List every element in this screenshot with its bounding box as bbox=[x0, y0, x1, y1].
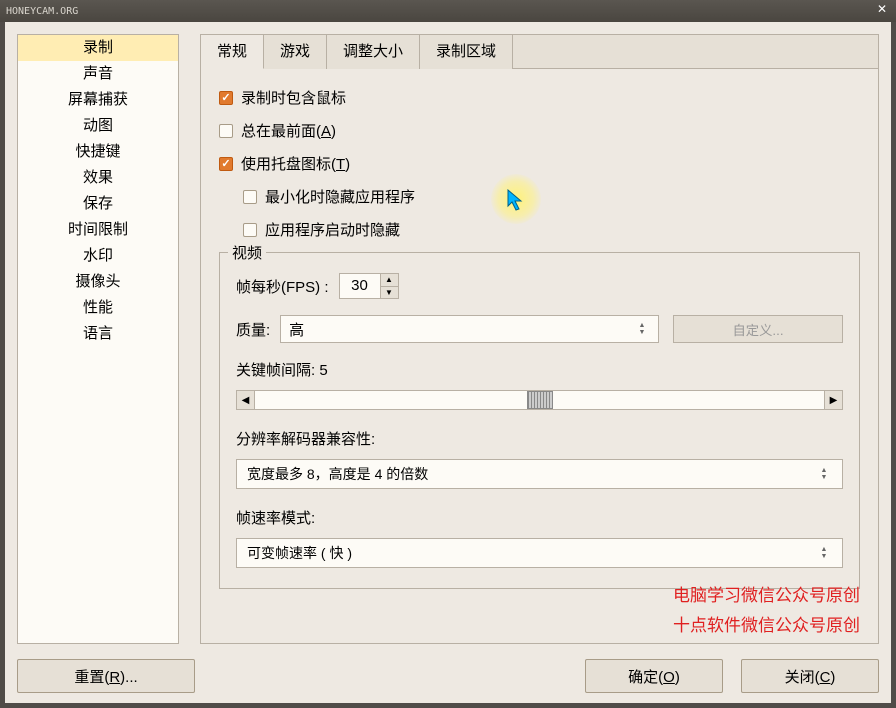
main-panel: 常规 游戏 调整大小 录制区域 录制时包含鼠标 总在最前面(A) 使用托盘图标(… bbox=[200, 34, 879, 644]
annotation-line1: 电脑学习微信公众号原创 bbox=[673, 581, 860, 611]
row-hide-on-min: 最小化时隐藏应用程序 bbox=[243, 186, 860, 207]
annotation-line2: 十点软件微信公众号原创 bbox=[673, 611, 860, 641]
label-include-cursor: 录制时包含鼠标 bbox=[241, 87, 346, 108]
chevron-updown-icon: ▲▼ bbox=[634, 323, 650, 336]
sidebar-item-camera[interactable]: 摄像头 bbox=[18, 269, 178, 295]
fpsmode-select[interactable]: 可变帧速率 ( 快 ) ▲▼ bbox=[236, 538, 843, 568]
sidebar-item-language[interactable]: 语言 bbox=[18, 321, 178, 347]
checkbox-use-tray[interactable] bbox=[219, 157, 233, 171]
checkbox-hide-on-start[interactable] bbox=[243, 223, 257, 237]
fps-spin-buttons: ▲ ▼ bbox=[380, 274, 398, 298]
keyframe-slider[interactable]: ◀ ▶ bbox=[236, 390, 843, 410]
quality-value: 高 bbox=[289, 319, 634, 340]
fps-spinner[interactable]: 30 ▲ ▼ bbox=[339, 273, 399, 299]
decoder-value: 宽度最多 8，高度是 4 的倍数 bbox=[247, 464, 816, 484]
fps-up-icon[interactable]: ▲ bbox=[381, 274, 398, 287]
reset-button[interactable]: 重置(R)... bbox=[17, 659, 195, 693]
row-fps: 帧每秒(FPS) : 30 ▲ ▼ bbox=[236, 273, 843, 299]
keyframe-label: 关键帧间隔: 5 bbox=[236, 359, 843, 380]
tab-general[interactable]: 常规 bbox=[201, 35, 264, 69]
ok-button[interactable]: 确定(O) bbox=[585, 659, 723, 693]
label-use-tray: 使用托盘图标(T) bbox=[241, 153, 350, 174]
quality-select[interactable]: 高 ▲▼ bbox=[280, 315, 659, 343]
custom-button[interactable]: 自定义... bbox=[673, 315, 843, 343]
chevron-updown-icon: ▲▼ bbox=[816, 547, 832, 560]
label-hide-on-min: 最小化时隐藏应用程序 bbox=[265, 186, 415, 207]
settings-window: HONEYCAM.ORG ✕ 录制 声音 屏幕捕获 动图 快捷键 效果 保存 时… bbox=[0, 0, 896, 708]
decoder-select[interactable]: 宽度最多 8，高度是 4 的倍数 ▲▼ bbox=[236, 459, 843, 489]
row-include-cursor: 录制时包含鼠标 bbox=[219, 87, 860, 108]
fpsmode-value: 可变帧速率 ( 快 ) bbox=[247, 543, 816, 563]
content-area: 录制 声音 屏幕捕获 动图 快捷键 效果 保存 时间限制 水印 摄像头 性能 语… bbox=[5, 22, 891, 703]
sidebar-item-performance[interactable]: 性能 bbox=[18, 295, 178, 321]
fps-label: 帧每秒(FPS) : bbox=[236, 276, 329, 297]
sidebar-item-watermark[interactable]: 水印 bbox=[18, 243, 178, 269]
row-always-top: 总在最前面(A) bbox=[219, 120, 860, 141]
legend-video: 视频 bbox=[228, 242, 266, 263]
checkbox-include-cursor[interactable] bbox=[219, 91, 233, 105]
row-hide-on-start: 应用程序启动时隐藏 bbox=[243, 219, 860, 240]
close-icon[interactable]: ✕ bbox=[874, 3, 890, 17]
slider-left-icon[interactable]: ◀ bbox=[237, 391, 255, 409]
quality-label: 质量: bbox=[236, 319, 270, 340]
sidebar-item-effects[interactable]: 效果 bbox=[18, 165, 178, 191]
sidebar-item-gif[interactable]: 动图 bbox=[18, 113, 178, 139]
fps-value[interactable]: 30 bbox=[340, 274, 380, 298]
sidebar-item-audio[interactable]: 声音 bbox=[18, 61, 178, 87]
fieldset-video: 视频 帧每秒(FPS) : 30 ▲ ▼ 质量: bbox=[219, 252, 860, 589]
titlebar[interactable]: HONEYCAM.ORG ✕ bbox=[0, 0, 896, 22]
footer: 重置(R)... 确定(O) 关闭(C) bbox=[17, 659, 879, 693]
sidebar-item-save[interactable]: 保存 bbox=[18, 191, 178, 217]
row-use-tray: 使用托盘图标(T) bbox=[219, 153, 860, 174]
tab-region[interactable]: 录制区域 bbox=[420, 35, 513, 69]
tab-resize[interactable]: 调整大小 bbox=[327, 35, 420, 69]
label-hide-on-start: 应用程序启动时隐藏 bbox=[265, 219, 400, 240]
annotation-text: 电脑学习微信公众号原创 十点软件微信公众号原创 bbox=[673, 581, 860, 641]
sidebar-item-timelimit[interactable]: 时间限制 bbox=[18, 217, 178, 243]
tab-body-general: 录制时包含鼠标 总在最前面(A) 使用托盘图标(T) 最小化时隐藏应用程序 应用… bbox=[201, 69, 878, 643]
chevron-updown-icon: ▲▼ bbox=[816, 468, 832, 481]
checkbox-always-top[interactable] bbox=[219, 124, 233, 138]
checkbox-hide-on-min[interactable] bbox=[243, 190, 257, 204]
row-quality: 质量: 高 ▲▼ 自定义... bbox=[236, 315, 843, 343]
decoder-label: 分辨率解码器兼容性: bbox=[236, 428, 843, 449]
tabstrip: 常规 游戏 调整大小 录制区域 bbox=[201, 35, 878, 69]
watermark-text: HONEYCAM.ORG bbox=[6, 6, 78, 17]
sidebar-item-hotkeys[interactable]: 快捷键 bbox=[18, 139, 178, 165]
sidebar-item-record[interactable]: 录制 bbox=[18, 35, 178, 61]
close-button[interactable]: 关闭(C) bbox=[741, 659, 879, 693]
fps-down-icon[interactable]: ▼ bbox=[381, 287, 398, 299]
slider-thumb[interactable] bbox=[527, 391, 553, 409]
slider-right-icon[interactable]: ▶ bbox=[824, 391, 842, 409]
tab-game[interactable]: 游戏 bbox=[264, 35, 327, 69]
sidebar-item-capture[interactable]: 屏幕捕获 bbox=[18, 87, 178, 113]
fpsmode-label: 帧速率模式: bbox=[236, 507, 843, 528]
label-always-top: 总在最前面(A) bbox=[241, 120, 336, 141]
sidebar: 录制 声音 屏幕捕获 动图 快捷键 效果 保存 时间限制 水印 摄像头 性能 语… bbox=[17, 34, 179, 644]
